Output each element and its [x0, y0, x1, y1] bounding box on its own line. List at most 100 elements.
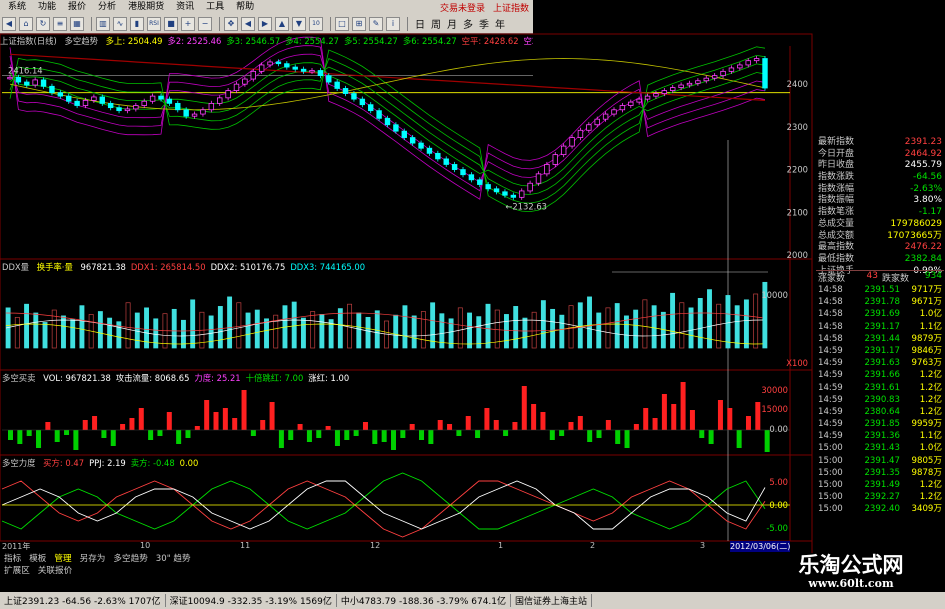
ddx-bar — [679, 302, 685, 349]
main-value-2: 多3: 2546.57 — [226, 36, 281, 46]
power-name[interactable]: 多空力度 — [2, 458, 36, 468]
tick-price: 2391.61 — [864, 382, 900, 393]
candle-body — [124, 108, 131, 112]
quote-value: 2391.23 — [904, 137, 942, 147]
ddx-value-1: DDX1: 265814.50 — [130, 262, 206, 272]
tick-row: 14:58 2391.69 1.0亿 — [816, 308, 944, 320]
flow-bar — [531, 404, 537, 430]
flow-bar — [269, 402, 275, 430]
tick-row: 15:00 2392.40 3409万 — [816, 503, 944, 515]
tick-list[interactable]: 14:58 2391.51 9717万 14:58 2391.78 9671万 14:58 2… — [816, 284, 944, 516]
tick-volume: 1.1亿 — [919, 321, 942, 332]
candle-body — [670, 87, 676, 91]
flow-bar — [288, 430, 294, 440]
flow-pane-title: 多空买卖 VOL: 967821.38 攻击流量: 8068.65 力度: 25.2… — [2, 372, 359, 384]
candle-body — [577, 129, 584, 138]
flow-bar — [73, 430, 79, 450]
tab-3[interactable]: 另存为 — [76, 552, 110, 564]
subtab-0[interactable]: 扩展区 — [0, 564, 34, 576]
tick-price: 2391.63 — [864, 358, 900, 369]
quote-row: 最低指数 2382.84 — [816, 254, 944, 266]
tick-volume: 1.1亿 — [919, 431, 942, 442]
candle-body — [560, 145, 567, 156]
candle-body — [535, 173, 542, 184]
flow-bar — [596, 430, 602, 438]
tick-volume: 1.0亿 — [919, 443, 942, 454]
tick-row: 14:59 2380.64 1.2亿 — [816, 406, 944, 418]
tick-time: 15:00 — [818, 492, 843, 503]
candle-body — [175, 102, 181, 111]
ddx-bar — [24, 303, 30, 349]
flow-value-2: 力度: 25.21 — [194, 373, 241, 383]
tick-time: 14:59 — [818, 419, 843, 430]
flow-bar — [475, 430, 481, 438]
quote-value: 2476.22 — [904, 242, 942, 253]
down-count: 934 — [924, 271, 942, 281]
candle-body — [300, 68, 307, 72]
candle-body — [418, 142, 424, 149]
tick-price: 2391.36 — [864, 431, 900, 442]
power-pane-title: 多空力度 买方: 0.47 PPJ: 2.19 卖方: -0.48 0.00 — [2, 457, 208, 469]
ddx-name[interactable]: DDX量 — [2, 262, 29, 272]
ddx-value-0: 967821.38 — [80, 262, 126, 272]
indicator-name[interactable]: 多空趋势 — [64, 36, 98, 46]
tick-row: 14:58 2391.44 9879万 — [816, 333, 944, 345]
quote-row: 今日开盘 2464.92 — [816, 149, 944, 161]
candle-body — [519, 190, 525, 198]
flow-axis-label: 30000 — [761, 385, 788, 395]
tick-row: 14:59 2391.66 1.2亿 — [816, 369, 944, 381]
ddx-bar — [605, 307, 611, 349]
flow-bar — [129, 418, 135, 430]
status-sz[interactable]: 深证10094.9 -332.35 -3.19% 1569亿 — [166, 594, 337, 607]
price-axis-label: 2400 — [787, 79, 808, 89]
candle-body — [317, 70, 324, 77]
sub-tabs: 扩展区 关联报价 — [0, 564, 756, 576]
tab-1[interactable]: 模板 — [25, 552, 50, 564]
main-value-6: 空平: 2428.62 — [461, 36, 519, 46]
tick-row: 14:58 2391.78 9671万 — [816, 296, 944, 308]
ddx-bar — [42, 322, 48, 349]
price-axis-label: 2000 — [787, 250, 808, 260]
tab-5[interactable]: 30" 趋势 — [152, 552, 195, 564]
flow-bar — [493, 420, 499, 430]
candle-body — [602, 113, 609, 120]
candle-body — [116, 107, 122, 112]
candle-body — [133, 105, 139, 110]
ddx-bar — [614, 303, 620, 349]
ddx-bar — [33, 312, 39, 349]
status-sme[interactable]: 中小4783.79 -188.36 -3.79% 674.1亿 — [337, 594, 512, 607]
flow-bar — [185, 430, 191, 438]
candle-body — [275, 61, 282, 65]
quote-label: 总成交量 — [818, 218, 855, 229]
date-label: 12 — [370, 541, 381, 550]
flow-axis-label: 0.00 — [769, 424, 788, 434]
flow-bar — [419, 430, 425, 440]
candle-body — [728, 67, 735, 72]
tab-0[interactable]: 指标 — [0, 552, 25, 564]
tick-price: 2391.35 — [864, 467, 900, 478]
tick-time: 15:00 — [818, 443, 843, 454]
flow-bar — [643, 408, 649, 430]
quote-row: 总成交额 17073665万 — [816, 231, 944, 243]
flow-bar — [241, 390, 247, 430]
tick-row: 14:58 2391.17 1.1亿 — [816, 321, 944, 333]
date-label: 2012/03/06(二) — [730, 541, 791, 552]
subtab-1[interactable]: 关联报价 — [34, 564, 76, 576]
quote-row: 最新指数 2391.23 — [816, 137, 944, 149]
flow-name[interactable]: 多空买卖 — [2, 373, 36, 383]
quote-value: 2382.84 — [904, 253, 942, 264]
tab-2[interactable]: 管理 — [50, 552, 75, 564]
main-chart-title: 上证指数(日线) 多空趋势 多上: 2504.49 多2: 2525.46 多3: … — [0, 35, 533, 46]
watermark: 乐淘公式网 www.60lt.com — [757, 553, 945, 593]
flow-bar — [577, 416, 583, 430]
flow-bar — [587, 430, 593, 442]
ddx-sub: 换手率·量 — [36, 262, 73, 272]
flow-bar — [166, 412, 172, 430]
ddx-bar — [411, 315, 417, 349]
quote-value: 17073665万 — [887, 230, 942, 241]
ddx-bar — [245, 312, 251, 349]
status-sh[interactable]: 上证2391.23 -64.56 -2.63% 1707亿 — [0, 594, 166, 607]
tick-time: 14:58 — [818, 333, 843, 344]
tick-time: 14:59 — [818, 370, 843, 381]
tab-4[interactable]: 多空趋势 — [109, 552, 151, 564]
